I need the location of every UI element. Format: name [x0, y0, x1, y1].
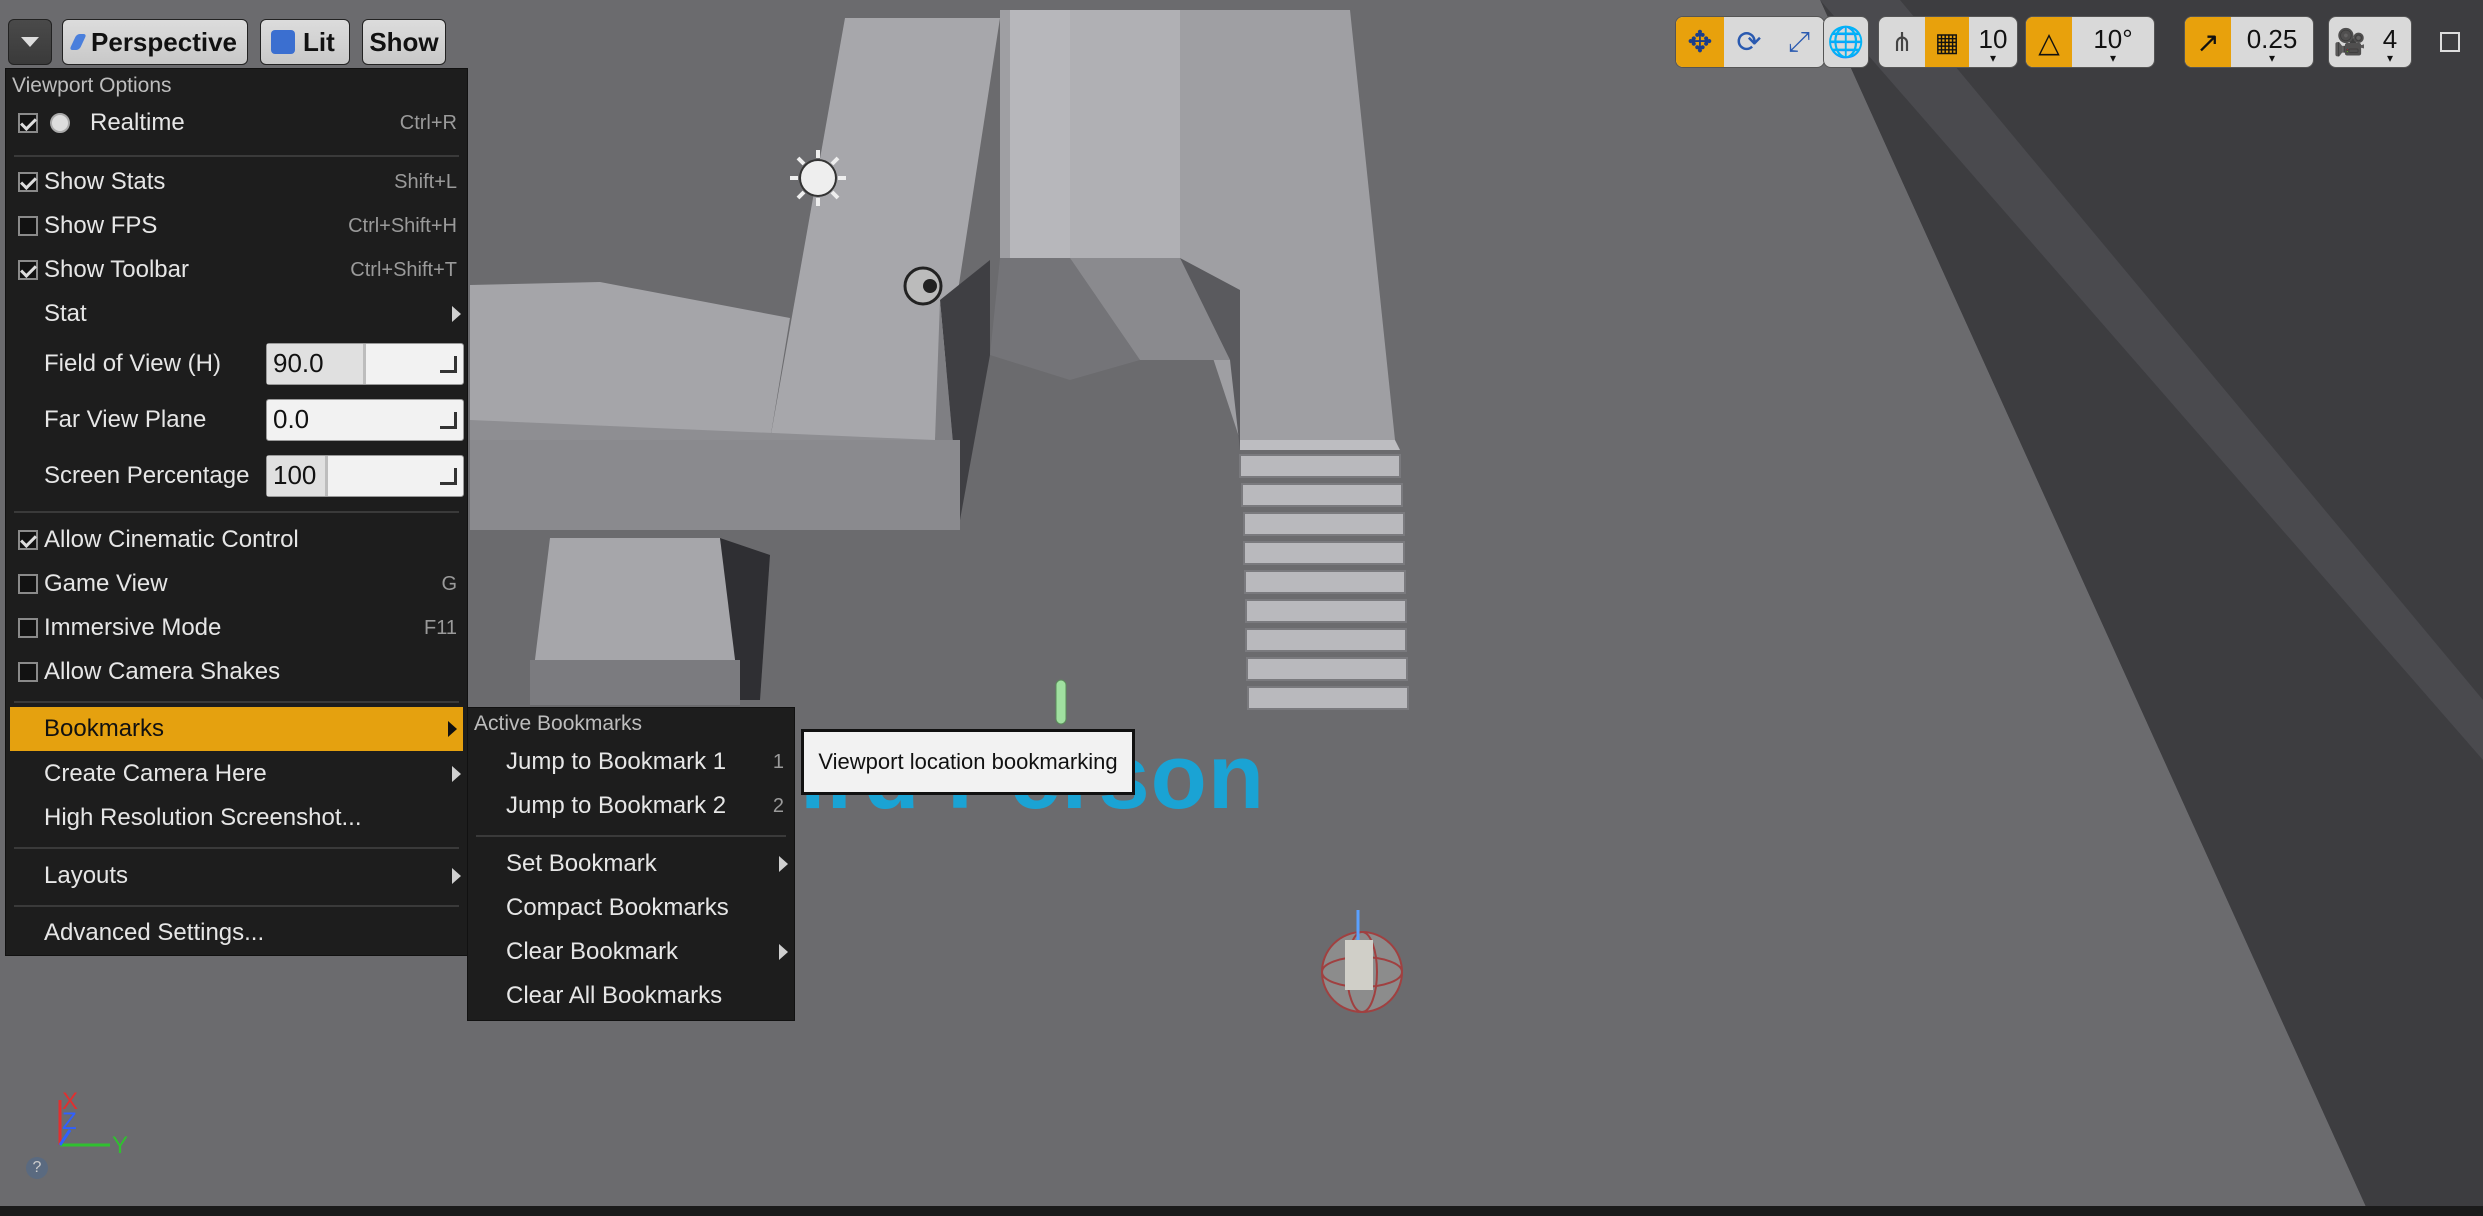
menu-item-layouts[interactable]: Layouts: [6, 854, 467, 898]
stopwatch-icon: [50, 113, 70, 133]
chevron-down-icon: ▾: [2386, 50, 2394, 65]
far-view-plane-spinbox[interactable]: 0.0: [266, 399, 464, 441]
show-stats-checkbox[interactable]: [18, 172, 38, 192]
rotation-snap-value[interactable]: 10° ▾: [2072, 17, 2154, 67]
menu-separator: [14, 701, 459, 703]
submenu-arrow-icon: [452, 766, 461, 782]
scale-tool-button[interactable]: ⤢: [1774, 17, 1824, 67]
allow-camera-shakes-checkbox[interactable]: [18, 662, 38, 682]
realtime-checkbox[interactable]: [18, 113, 38, 133]
resize-icon: [440, 356, 457, 373]
allow-cinematic-control-checkbox[interactable]: [18, 530, 38, 550]
game-view-checkbox[interactable]: [18, 574, 38, 594]
chevron-down-icon: ▾: [2268, 50, 2276, 65]
translate-tool-button[interactable]: ✥: [1676, 17, 1724, 67]
menu-header: Viewport Options: [12, 74, 172, 97]
menu-item-clear-bookmark[interactable]: Clear Bookmark: [468, 930, 794, 974]
perspective-button[interactable]: Perspective: [62, 19, 248, 65]
axis-z-label: Z: [62, 1108, 77, 1135]
bookmark-tooltip: Viewport location bookmarking: [801, 729, 1135, 795]
camera-speed-button[interactable]: 🎥 4 ▾: [2328, 16, 2412, 68]
show-button[interactable]: Show: [362, 19, 446, 65]
grid-snap-toggle[interactable]: ▦: [1925, 17, 1969, 67]
menu-item-compact-bookmarks[interactable]: Compact Bookmarks: [468, 886, 794, 930]
submenu-arrow-icon: [448, 721, 457, 737]
perspective-icon: [69, 34, 87, 50]
menu-item-advanced-settings[interactable]: Advanced Settings...: [6, 911, 467, 955]
axis-y-label: Y: [112, 1132, 129, 1159]
grid-snap-value[interactable]: 10 ▾: [1969, 17, 2017, 67]
viewport-options-menu: Viewport Options Realtime Ctrl+R Show St…: [5, 68, 468, 956]
menu-separator: [14, 511, 459, 513]
menu-item-allow-camera-shakes[interactable]: Allow Camera Shakes: [6, 650, 467, 694]
menu-item-immersive-mode[interactable]: Immersive Mode F11: [6, 606, 467, 650]
globe-icon: 🌐: [1827, 25, 1865, 59]
submenu-header: Active Bookmarks: [474, 712, 643, 735]
transform-tools-group: ✥ ⟳ ⤢: [1675, 16, 1825, 68]
rotation-snap-group: △ 10° ▾: [2025, 16, 2155, 68]
menu-item-create-camera-here[interactable]: Create Camera Here: [6, 752, 467, 796]
move-arrows-icon: ✥: [1687, 25, 1713, 59]
menu-item-set-bookmark[interactable]: Set Bookmark: [468, 842, 794, 886]
submenu-arrow-icon: [452, 306, 461, 322]
menu-item-fov: Field of View (H) 90.0: [6, 339, 467, 389]
scale-arrow-icon: ↗: [2196, 26, 2220, 58]
scale-snap-value[interactable]: 0.25 ▾: [2231, 17, 2313, 67]
submenu-arrow-icon: [779, 856, 788, 872]
menu-item-jump-bookmark-2[interactable]: Jump to Bookmark 2 2: [468, 784, 794, 828]
angle-icon: △: [2038, 26, 2060, 58]
menu-item-bookmarks[interactable]: Bookmarks: [10, 707, 463, 751]
bookmarks-submenu: Active Bookmarks Jump to Bookmark 1 1 Ju…: [467, 707, 795, 1021]
surface-snapping-button[interactable]: ⋔: [1879, 17, 1925, 67]
menu-item-jump-bookmark-1[interactable]: Jump to Bookmark 1 1: [468, 740, 794, 784]
menu-item-screen-percentage: Screen Percentage 100: [6, 451, 467, 501]
world-local-button[interactable]: 🌐: [1823, 16, 1869, 68]
menu-separator: [14, 155, 459, 157]
menu-item-far-view-plane: Far View Plane 0.0: [6, 395, 467, 445]
surface-snap-icon: ⋔: [1891, 26, 1913, 57]
viewport-border: [0, 1206, 2483, 1216]
menu-item-stat[interactable]: Stat: [6, 292, 467, 336]
grid-icon: ▦: [1934, 26, 1960, 57]
surface-snap-group: ⋔ ▦ 10 ▾: [1878, 16, 2018, 68]
immersive-mode-checkbox[interactable]: [18, 618, 38, 638]
menu-item-show-toolbar[interactable]: Show Toolbar Ctrl+Shift+T: [6, 248, 467, 292]
directional-light-icon: [799, 159, 837, 197]
submenu-arrow-icon: [779, 944, 788, 960]
chevron-down-icon: ▾: [2109, 50, 2117, 65]
menu-item-show-fps[interactable]: Show FPS Ctrl+Shift+H: [6, 204, 467, 248]
rotate-icon: ⟳: [1736, 25, 1762, 59]
submenu-arrow-icon: [452, 868, 461, 884]
menu-separator: [14, 847, 459, 849]
rotation-snap-toggle[interactable]: △: [2026, 17, 2072, 67]
resize-icon: [440, 468, 457, 485]
maximize-viewport-button[interactable]: [2440, 32, 2460, 52]
menu-separator: [476, 835, 786, 837]
show-toolbar-checkbox[interactable]: [18, 260, 38, 280]
chevron-down-icon: [21, 37, 39, 47]
chevron-down-icon: ▾: [1989, 50, 1997, 65]
help-icon[interactable]: ?: [26, 1157, 48, 1179]
resize-icon: [440, 412, 457, 429]
show-fps-checkbox[interactable]: [18, 216, 38, 236]
screen-percentage-spinbox[interactable]: 100: [266, 455, 464, 497]
menu-item-show-stats[interactable]: Show Stats Shift+L: [6, 160, 467, 204]
menu-item-high-res-screenshot[interactable]: High Resolution Screenshot...: [6, 796, 467, 840]
rotate-tool-button[interactable]: ⟳: [1724, 17, 1774, 67]
menu-separator: [14, 905, 459, 907]
scale-snap-toggle[interactable]: ↗: [2185, 17, 2231, 67]
menu-item-clear-all-bookmarks[interactable]: Clear All Bookmarks: [468, 974, 794, 1018]
lit-cube-icon: [271, 30, 295, 54]
menu-item-game-view[interactable]: Game View G: [6, 562, 467, 606]
scale-snap-group: ↗ 0.25 ▾: [2184, 16, 2314, 68]
menu-item-realtime[interactable]: Realtime Ctrl+R: [6, 101, 467, 145]
menu-item-allow-cinematic-control[interactable]: Allow Cinematic Control: [6, 518, 467, 562]
camera-icon: 🎥: [2333, 26, 2367, 57]
fov-spinbox[interactable]: 90.0: [266, 343, 464, 385]
scale-icon: ⤢: [1787, 25, 1811, 57]
viewport-options-button[interactable]: [8, 19, 52, 65]
lit-button[interactable]: Lit: [260, 19, 350, 65]
stairs: [1239, 454, 1409, 710]
